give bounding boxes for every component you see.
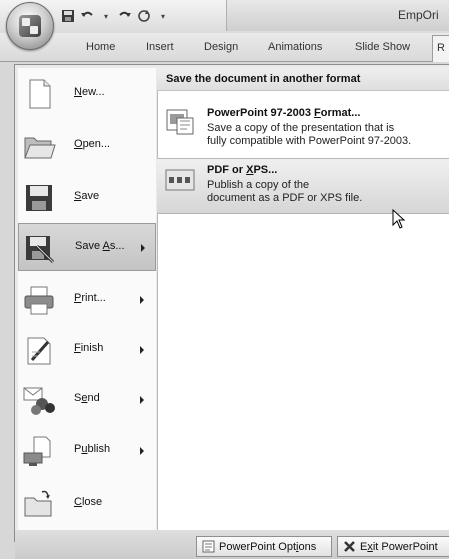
window-title: EmpOri (398, 8, 439, 22)
menu-item-label: Finish (74, 342, 104, 354)
ribbon-tabs: Home Insert Design Animations Slide Show… (0, 33, 449, 62)
save-as-icon (26, 236, 55, 264)
finish-icon (27, 337, 51, 365)
options-icon (202, 540, 215, 553)
submenu-arrow-icon (140, 296, 144, 304)
menu-item-close[interactable]: Close (18, 480, 156, 528)
menu-item-print[interactable]: Print... (18, 276, 156, 324)
undo-dropdown-icon[interactable]: ▾ (98, 8, 114, 24)
new-document-icon (29, 79, 51, 109)
submenu-arrow-icon (141, 244, 145, 252)
office-logo-icon (19, 15, 41, 37)
powerpoint-options-label: PowerPoint Options (219, 541, 317, 553)
exit-powerpoint-button[interactable]: Exit PowerPoint (337, 536, 449, 557)
redo-icon[interactable] (117, 8, 133, 24)
menu-item-label: Send (74, 392, 100, 404)
tab-review[interactable]: R (432, 35, 449, 62)
save-as-pdf-xps[interactable]: PDF or XPS... Publish a copy of the docum… (157, 158, 449, 214)
office-button[interactable] (6, 2, 54, 50)
menu-item-label: New... (74, 86, 105, 98)
menu-item-label: Open... (74, 138, 111, 150)
tab-design[interactable]: Design (204, 41, 238, 53)
menu-option-title: PowerPoint 97-2003 Format... (207, 107, 361, 119)
exit-powerpoint-label: Exit PowerPoint (360, 541, 438, 553)
menu-item-new[interactable]: New... (18, 70, 156, 118)
menu-item-label: Save As... (75, 240, 125, 252)
submenu-arrow-icon (140, 447, 144, 455)
menu-item-send[interactable]: Send (18, 376, 156, 424)
exit-x-icon (344, 541, 355, 552)
powerpoint-97-2003-icon (166, 109, 194, 135)
tab-insert[interactable]: Insert (146, 41, 174, 53)
submenu-header: Save the document in another format (157, 68, 449, 91)
menu-item-label: Publish (74, 443, 111, 455)
menu-option-description: Save a copy of the presentation that is f… (207, 122, 412, 147)
menu-option-title: PDF or XPS... (207, 164, 278, 176)
submenu-arrow-icon (140, 396, 144, 404)
menu-item-label: Close (74, 496, 103, 508)
menu-item-open[interactable]: Open... (18, 122, 156, 170)
undo-icon[interactable] (79, 8, 95, 24)
menu-item-finish[interactable]: Finish (18, 326, 156, 374)
menu-option-description: Publish a copy of the document as a PDF o… (207, 179, 363, 204)
menu-item-save[interactable]: Save (18, 174, 156, 222)
submenu-arrow-icon (140, 346, 144, 354)
send-icon (23, 387, 55, 415)
save-icon[interactable] (60, 8, 76, 24)
save-disk-icon (26, 185, 52, 211)
print-icon (24, 286, 54, 315)
powerpoint-options-button[interactable]: PowerPoint Options (196, 536, 332, 557)
pdf-xps-icon (165, 169, 195, 191)
close-folder-icon (24, 490, 52, 517)
open-folder-icon (24, 137, 56, 159)
menu-item-publish[interactable]: Publish (18, 427, 156, 475)
publish-icon (23, 436, 51, 466)
repeat-icon[interactable] (136, 8, 152, 24)
menu-item-label: Save (74, 190, 100, 202)
tab-slide-show[interactable]: Slide Show (355, 41, 410, 53)
menu-item-save-as[interactable]: Save As... (18, 223, 156, 271)
save-as-ppt-97-2003[interactable]: PowerPoint 97-2003 Format... Save a copy… (157, 102, 449, 154)
mouse-cursor-icon (392, 209, 406, 229)
customize-qat-icon[interactable]: ▾ (155, 8, 171, 24)
tab-home[interactable]: Home (86, 41, 115, 53)
menu-item-label: Print... (74, 292, 106, 304)
tab-animations[interactable]: Animations (268, 41, 322, 53)
title-bar: ▾ ▾ EmpOri (0, 0, 449, 33)
quick-access-toolbar: ▾ ▾ (60, 6, 171, 26)
